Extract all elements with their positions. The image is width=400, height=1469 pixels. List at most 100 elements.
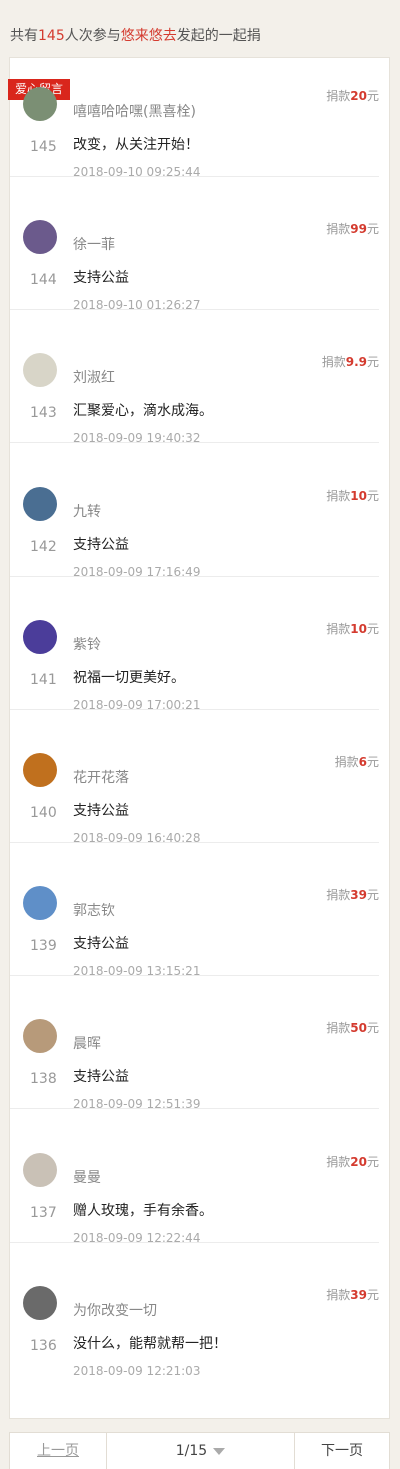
prev-page-button[interactable]: 上一页 <box>10 1433 106 1469</box>
donor-name: 曼曼 <box>73 1169 101 1186</box>
amount-value: 39 <box>350 888 367 903</box>
amount-prefix: 捐款 <box>326 1154 351 1169</box>
list-item: 九转 捐款10元 142 支持公益 2018-09-09 17:16:49 <box>10 444 389 579</box>
amount-suffix: 元 <box>366 755 379 769</box>
avatar[interactable] <box>23 1152 57 1187</box>
donor-name: 郭志钦 <box>73 903 115 920</box>
donor-rank: 145 <box>30 139 57 155</box>
chevron-down-icon <box>213 1447 226 1455</box>
amount-suffix: 元 <box>366 1154 379 1169</box>
donor-message: 没什么，能帮就帮一把！ <box>73 1335 227 1352</box>
amount-value: 9.9 <box>345 355 367 370</box>
page-selector[interactable]: 1/15 <box>106 1433 295 1469</box>
donor-rank: 142 <box>30 538 57 555</box>
list-item: 郭志钦 捐款39元 139 支持公益 2018-09-09 13:15:21 <box>10 843 389 978</box>
donation-time: 2018-09-09 12:21:03 <box>73 1363 201 1378</box>
list-item: 嘻嘻哈哈嘿(黑喜栓) 捐款20元 145 改变，从关注开始！ 2018-09-10 09… <box>10 44 389 179</box>
donor-name: 晨晖 <box>73 1036 101 1053</box>
donor-message: 支持公益 <box>73 270 129 287</box>
donation-amount: 捐款39元 <box>326 1286 379 1303</box>
amount-prefix: 捐款 <box>326 89 351 103</box>
message-list: 爱心留言 嘻嘻哈哈嘿(黑喜栓)捐款20元145改变，从关注开始！2018-09-… <box>8 57 390 1419</box>
summary-prefix: 共有 <box>10 28 38 44</box>
amount-value: 50 <box>350 1021 367 1036</box>
donor-message: 支持公益 <box>73 803 129 819</box>
amount-prefix: 捐款 <box>321 355 346 370</box>
organizer-link[interactable]: 悠来悠去 <box>121 28 177 44</box>
amount-value: 10 <box>350 488 367 503</box>
amount-value: 20 <box>350 1154 367 1169</box>
donor-message: 支持公益 <box>73 936 129 953</box>
amount-prefix: 捐款 <box>326 888 351 903</box>
donor-name: 为你改变一切 <box>73 1302 157 1319</box>
donation-amount: 捐款99元 <box>326 220 379 237</box>
next-page-button[interactable]: 下一页 <box>295 1433 389 1469</box>
donor-message: 祝福一切更美好。 <box>73 669 185 686</box>
donor-name: 刘淑红 <box>73 370 115 387</box>
pagination: 上一页 1/15 下一页 <box>9 1432 390 1469</box>
amount-value: 20 <box>350 89 367 103</box>
avatar[interactable] <box>23 220 57 255</box>
amount-suffix: 元 <box>366 1021 379 1036</box>
avatar[interactable] <box>23 886 57 921</box>
donor-message: 改变，从关注开始！ <box>73 137 199 153</box>
donor-message: 赠人玫瑰，手有余香。 <box>73 1202 213 1219</box>
donor-rank: 136 <box>30 1337 57 1354</box>
donor-name: 徐一菲 <box>73 237 115 254</box>
avatar[interactable] <box>23 619 57 654</box>
summary-mid: 人次参与 <box>64 28 121 44</box>
amount-prefix: 捐款 <box>326 621 351 636</box>
list-item: 花开花落 捐款6元 140 支持公益 2018-09-09 16:40:28 <box>10 710 389 845</box>
donation-amount: 捐款50元 <box>326 1019 379 1036</box>
amount-prefix: 捐款 <box>326 1287 351 1302</box>
donor-name: 嘻嘻哈哈嘿(黑喜栓) <box>73 104 196 120</box>
summary-suffix: 发起的一起捐 <box>176 28 261 44</box>
amount-suffix: 元 <box>366 888 379 903</box>
avatar[interactable] <box>23 353 57 388</box>
amount-prefix: 捐款 <box>334 755 359 769</box>
amount-prefix: 捐款 <box>326 222 351 237</box>
donation-amount: 捐款39元 <box>326 886 379 903</box>
avatar[interactable] <box>23 87 57 121</box>
amount-suffix: 元 <box>366 621 379 636</box>
participant-count: 145 <box>38 28 65 44</box>
avatar[interactable] <box>23 1285 57 1320</box>
donation-amount: 捐款20元 <box>326 1153 379 1170</box>
donor-rank: 137 <box>30 1204 57 1221</box>
list-item: 为你改变一切 捐款39元 136 没什么，能帮就帮一把！ 2018-09-09 12:2… <box>10 1243 389 1378</box>
donation-amount: 捐款6元 <box>335 753 379 770</box>
list-item: 徐一菲 捐款99元 144 支持公益 2018-09-10 01:26:27 <box>10 177 389 312</box>
donor-name: 紫铃 <box>73 636 101 653</box>
amount-value: 10 <box>350 621 367 636</box>
donor-rank: 140 <box>30 805 57 821</box>
donor-message: 汇聚爱心，滴水成海。 <box>73 403 213 420</box>
avatar[interactable] <box>23 1019 57 1054</box>
donor-message: 支持公益 <box>73 536 129 553</box>
list-item: 晨晖 捐款50元 138 支持公益 2018-09-09 12:51:39 <box>10 976 389 1111</box>
avatar[interactable] <box>23 486 57 521</box>
page-indicator: 1/15 <box>175 1443 208 1459</box>
donor-rank: 143 <box>30 405 57 422</box>
donor-message: 支持公益 <box>73 1069 129 1086</box>
amount-prefix: 捐款 <box>326 488 351 503</box>
donation-amount: 捐款10元 <box>326 620 379 637</box>
donation-amount: 捐款10元 <box>326 487 379 504</box>
amount-value: 6 <box>358 755 367 769</box>
donor-name: 九转 <box>73 503 101 520</box>
donor-name: 花开花落 <box>73 770 129 786</box>
donor-rank: 138 <box>30 1071 57 1088</box>
list-item: 紫铃 捐款10元 141 祝福一切更美好。 2018-09-09 17:00:21 <box>10 577 389 712</box>
avatar[interactable] <box>23 753 57 787</box>
amount-suffix: 元 <box>366 1287 379 1302</box>
amount-suffix: 元 <box>366 488 379 503</box>
amount-prefix: 捐款 <box>326 1021 351 1036</box>
amount-suffix: 元 <box>366 89 379 103</box>
amount-value: 39 <box>350 1287 367 1302</box>
donation-amount: 捐款9.9元 <box>322 353 379 370</box>
amount-value: 99 <box>350 222 367 237</box>
amount-suffix: 元 <box>366 222 379 237</box>
list-item: 刘淑红 捐款9.9元 143 汇聚爱心，滴水成海。 2018-09-09 19:40:3… <box>10 310 389 445</box>
donor-rank: 144 <box>30 272 57 289</box>
donor-rank: 141 <box>30 671 57 688</box>
donor-rank: 139 <box>30 938 57 955</box>
